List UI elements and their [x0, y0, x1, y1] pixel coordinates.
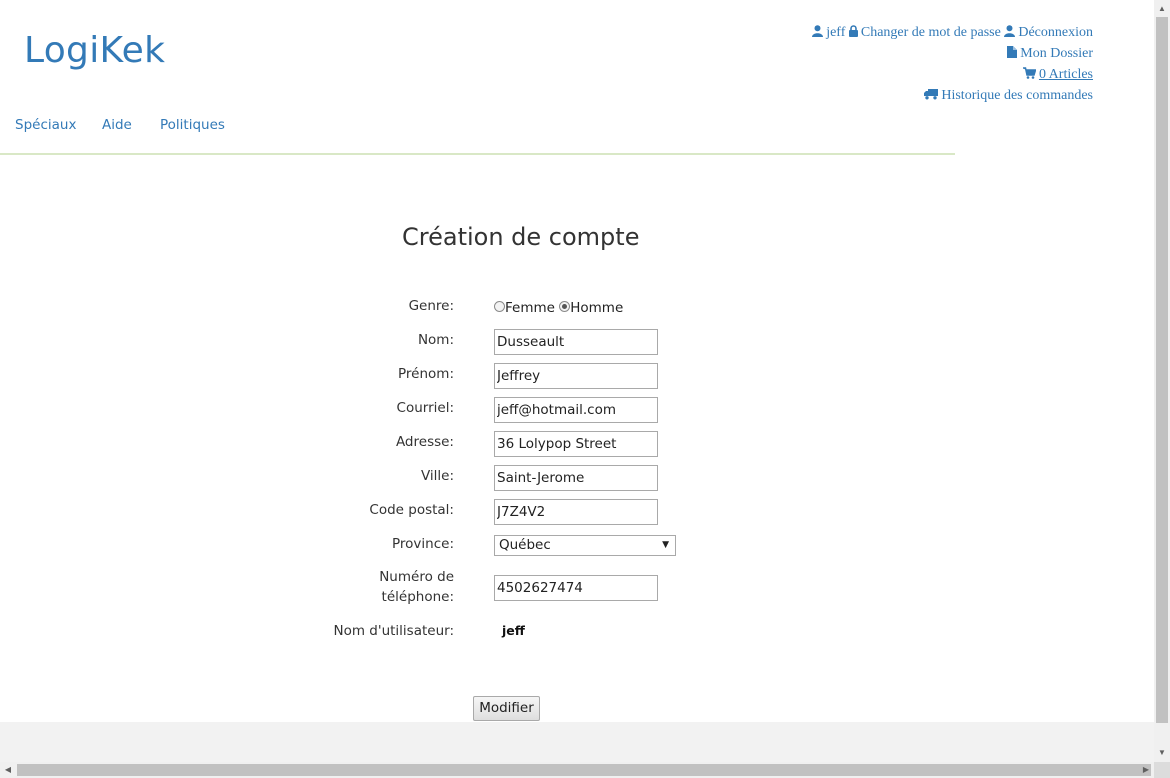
- province-selected-value: Québec: [499, 537, 551, 553]
- genre-homme-label[interactable]: Homme: [570, 300, 623, 316]
- ville-label: Ville:: [420, 468, 454, 484]
- scrollbar-corner: [1154, 762, 1170, 778]
- adresse-label: Adresse:: [395, 434, 454, 450]
- genre-label: Genre:: [408, 298, 454, 314]
- province-label: Province:: [392, 536, 454, 552]
- footer: [0, 722, 1154, 762]
- page-title: Création de compte: [402, 223, 640, 251]
- horizontal-scroll-thumb[interactable]: [17, 764, 1151, 776]
- nav-item-politiques[interactable]: Politiques: [160, 117, 225, 133]
- user-icon: [812, 24, 824, 44]
- change-password-link[interactable]: Changer de mot de passe: [848, 25, 1004, 40]
- telephone-field[interactable]: [494, 575, 658, 601]
- telephone-label-line-1: Numéro de: [379, 569, 454, 585]
- genre-radio-group: Femme Homme: [494, 300, 623, 316]
- genre-femme-radio[interactable]: [494, 301, 505, 312]
- page: LogiKek jeff Changer de mot de passe Déc…: [0, 0, 1154, 762]
- telephone-label-line-2: téléphone:: [381, 589, 454, 605]
- user-icon: [1004, 24, 1016, 44]
- username-link[interactable]: jeff: [812, 25, 849, 40]
- modifier-button[interactable]: Modifier: [473, 696, 540, 721]
- ville-field[interactable]: [494, 465, 658, 491]
- courriel-label: Courriel:: [396, 400, 454, 416]
- username-value: jeff: [502, 623, 525, 638]
- site-logo[interactable]: LogiKek: [24, 30, 165, 71]
- user-menu-line-2: Mon Dossier: [812, 44, 1093, 65]
- truck-icon: [924, 87, 939, 107]
- scroll-down-icon[interactable]: ▼: [1154, 748, 1170, 757]
- genre-femme-label[interactable]: Femme: [505, 300, 555, 316]
- nom-label: Nom:: [417, 332, 454, 348]
- nav-divider: [0, 153, 955, 155]
- my-folder-text: Mon Dossier: [1020, 46, 1093, 61]
- username-label: Nom d'utilisateur:: [333, 623, 454, 639]
- vertical-scroll-thumb[interactable]: [1156, 17, 1168, 723]
- code-postal-field[interactable]: [494, 499, 658, 525]
- code-postal-label: Code postal:: [369, 502, 454, 518]
- lock-icon: [848, 24, 858, 44]
- province-select[interactable]: Québec ▼: [494, 535, 676, 556]
- order-history-link[interactable]: Historique des commandes: [924, 88, 1093, 103]
- user-menu-line-1: jeff Changer de mot de passe Déconnexion: [812, 23, 1093, 44]
- user-menu: jeff Changer de mot de passe Déconnexion…: [812, 23, 1093, 107]
- my-folder-link[interactable]: Mon Dossier: [1007, 46, 1093, 61]
- scroll-right-icon[interactable]: ▶: [1138, 765, 1154, 774]
- change-password-text: Changer de mot de passe: [860, 25, 1001, 40]
- logout-text: Déconnexion: [1018, 25, 1093, 40]
- order-history-text: Historique des commandes: [941, 88, 1093, 103]
- nom-field[interactable]: [494, 329, 658, 355]
- user-menu-line-4: Historique des commandes: [812, 86, 1093, 107]
- logout-link[interactable]: Déconnexion: [1004, 25, 1093, 40]
- prenom-label: Prénom:: [398, 366, 454, 382]
- scroll-left-icon[interactable]: ◀: [0, 765, 16, 774]
- email-field[interactable]: [494, 397, 658, 423]
- prenom-field[interactable]: [494, 363, 658, 389]
- nav-item-speciaux[interactable]: Spéciaux: [15, 117, 76, 133]
- cart-link[interactable]: 0 Articles: [1022, 67, 1093, 82]
- adresse-field[interactable]: [494, 431, 658, 457]
- chevron-down-icon: ▼: [662, 540, 669, 550]
- user-menu-line-3: 0 Articles: [812, 65, 1093, 86]
- cart-text: 0 Articles: [1038, 67, 1093, 82]
- scroll-up-icon[interactable]: ▲: [1154, 4, 1170, 13]
- file-icon: [1007, 45, 1018, 65]
- cart-icon: [1022, 66, 1037, 86]
- nav-item-aide[interactable]: Aide: [102, 117, 132, 133]
- username-text: jeff: [826, 25, 846, 40]
- genre-homme-radio[interactable]: [559, 301, 571, 312]
